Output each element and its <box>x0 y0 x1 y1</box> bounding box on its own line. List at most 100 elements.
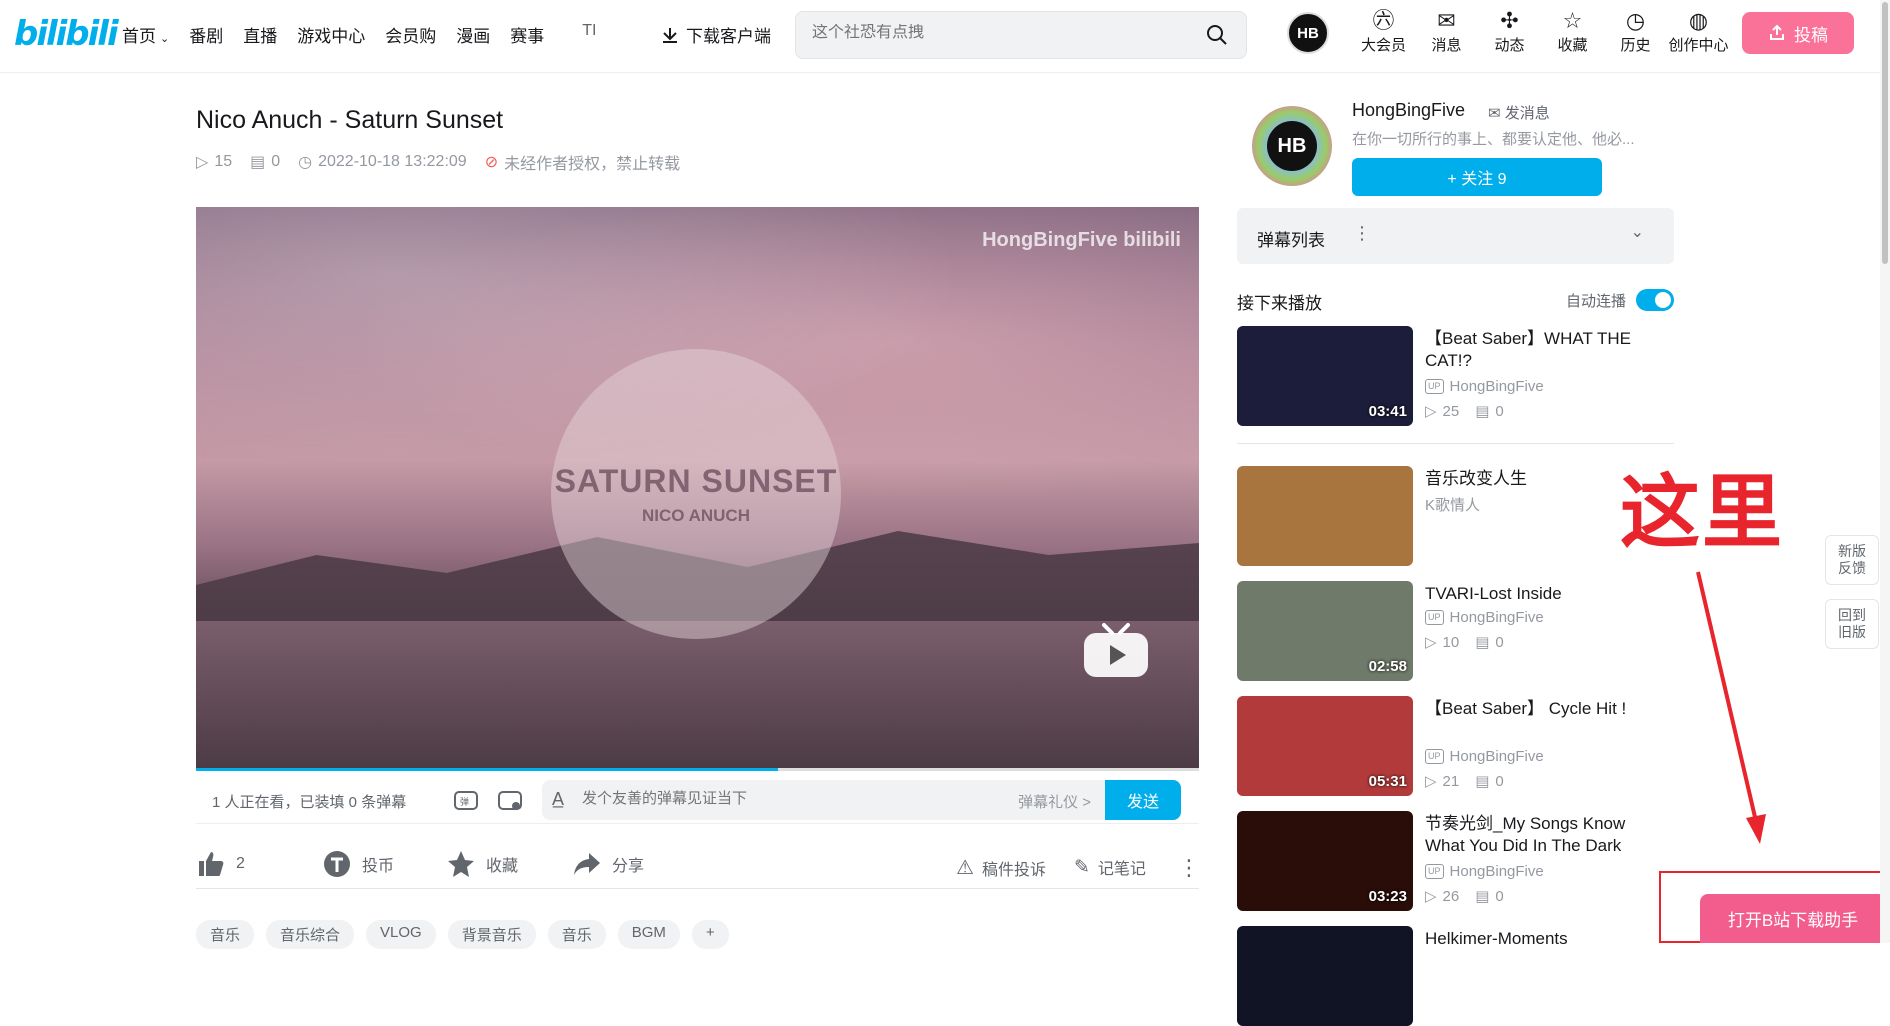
new-feedback-button[interactable]: 新版 反馈 <box>1825 535 1879 585</box>
recommendation-item[interactable]: 音乐改变人生 K歌情人 <box>1237 466 1674 566</box>
play-icon[interactable] <box>1082 621 1150 679</box>
report-button[interactable]: ⚠ 稿件投诉 <box>956 855 1046 880</box>
recommendation-uploader[interactable]: UP HongBingFive <box>1425 609 1544 626</box>
recommendation-item[interactable]: 03:41 【Beat Saber】WHAT THE CAT!? UP HongBin… <box>1237 326 1674 426</box>
coin-button[interactable]: 投币 <box>322 849 394 879</box>
danmaku-input[interactable] <box>582 790 1002 807</box>
danmaku-toggle-icon[interactable]: 弹 <box>452 786 480 814</box>
nav-ti[interactable]: TI <box>582 22 596 47</box>
note-button[interactable]: ✎ 记笔记 <box>1074 855 1146 879</box>
danmaku-list-panel[interactable]: 弹幕列表 ⋮ ⌄ <box>1237 208 1674 264</box>
vip-icon: ㊅ <box>1372 8 1395 33</box>
autoplay-toggle[interactable] <box>1636 289 1674 311</box>
tag-item[interactable]: 音乐综合 <box>266 920 355 949</box>
recommendation-uploader[interactable]: K歌情人 <box>1425 494 1480 515</box>
recommendation-item[interactable]: 02:58 TVARI-Lost Inside UP HongBingFive ▷ 10 ▤… <box>1237 581 1674 681</box>
recommendation-uploader[interactable]: UP HongBingFive <box>1425 378 1544 395</box>
danmaku-count-value: 0 <box>271 153 281 170</box>
danmaku-etiquette-link[interactable]: 弹幕礼仪 > <box>1018 791 1091 812</box>
back-to-old-button[interactable]: 回到 旧版 <box>1825 599 1879 649</box>
download-helper-button[interactable]: 打开B站下载助手 <box>1700 894 1886 943</box>
recommendation-thumbnail[interactable] <box>1237 466 1413 566</box>
favorite-action-button[interactable]: 收藏 <box>446 849 518 879</box>
recommendation-thumbnail[interactable]: 03:41 <box>1237 326 1413 426</box>
send-danmaku-button[interactable]: 发送 <box>1105 780 1181 820</box>
video-player[interactable]: HongBingFive bilibili SATURN SUNSET NICO… <box>196 207 1199 771</box>
uploader-avatar[interactable]: HB <box>1252 106 1332 186</box>
uploader-name[interactable]: HongBingFive <box>1352 100 1465 121</box>
danmaku-count-value: 0 <box>1495 887 1504 905</box>
search-input[interactable] <box>812 24 1192 42</box>
message-button[interactable]: ✉ 消息 <box>1415 8 1478 55</box>
upload-label: 投稿 <box>1794 25 1828 45</box>
recommendation-thumbnail[interactable]: 02:58 <box>1237 581 1413 681</box>
next-up-title: 接下来播放 <box>1237 294 1322 313</box>
nav-home-label: 首页 <box>122 27 156 46</box>
text-style-icon[interactable]: A̲ <box>552 789 564 810</box>
tag-item[interactable]: 音乐 <box>196 920 255 949</box>
user-avatar[interactable]: HB <box>1287 12 1329 54</box>
favorite-button[interactable]: ☆ 收藏 <box>1541 8 1604 55</box>
danmaku-list-title: 弹幕列表 <box>1257 231 1325 250</box>
recommendation-item[interactable]: 05:31 【Beat Saber】 Cycle Hit ! UP HongBingF… <box>1237 696 1674 796</box>
recommendation-title[interactable]: 【Beat Saber】 Cycle Hit ! <box>1425 698 1665 720</box>
search-icon[interactable] <box>1206 24 1228 46</box>
recommendation-item[interactable]: Helkimer-Moments <box>1237 926 1674 1026</box>
recommendation-title[interactable]: 节奏光剑_My Songs Know What You Did In The D… <box>1425 813 1665 857</box>
chevron-down-icon[interactable]: ⌄ <box>1631 222 1644 242</box>
more-menu-icon[interactable]: ⋮ <box>1178 855 1200 881</box>
creator-center-button[interactable]: ◍ 创作中心 <box>1667 8 1730 55</box>
nav-game-center[interactable]: 游戏中心 <box>297 22 365 47</box>
vip-button[interactable]: ㊅大会员 <box>1352 8 1415 55</box>
nav-live[interactable]: 直播 <box>243 22 277 47</box>
recommendation-thumbnail[interactable]: 03:23 <box>1237 811 1413 911</box>
nav-esports[interactable]: 赛事 <box>510 22 544 47</box>
recommendation-item[interactable]: 03:23 节奏光剑_My Songs Know What You Did In … <box>1237 811 1674 911</box>
scrollbar-thumb[interactable] <box>1882 2 1888 264</box>
recommendation-title[interactable]: TVARI-Lost Inside <box>1425 583 1665 605</box>
share-button[interactable]: 分享 <box>572 849 644 879</box>
download-client-link[interactable]: 下载客户端 <box>660 22 771 47</box>
tag-item[interactable]: BGM <box>617 920 680 949</box>
divider <box>1237 443 1674 444</box>
history-label: 历史 <box>1620 37 1651 54</box>
nav-manga[interactable]: 漫画 <box>456 22 490 47</box>
nav-anime[interactable]: 番剧 <box>189 22 223 47</box>
add-tag-button[interactable]: + <box>691 920 729 949</box>
danmaku-count: ▤ 0 <box>250 152 280 172</box>
send-message-link[interactable]: ✉ 发消息 <box>1488 102 1550 123</box>
nav-home[interactable]: 首页 ⌄ <box>122 22 169 47</box>
video-progress-bar[interactable] <box>196 768 1199 771</box>
coin-icon <box>324 851 350 877</box>
warning-icon: ⚠ <box>956 857 974 879</box>
tag-item[interactable]: VLOG <box>366 920 436 949</box>
report-label: 稿件投诉 <box>981 861 1046 879</box>
recommendation-thumbnail[interactable] <box>1237 926 1413 1026</box>
search-box <box>795 11 1247 59</box>
tag-list: 音乐 音乐综合 VLOG 背景音乐 音乐 BGM + <box>196 920 729 949</box>
history-button[interactable]: ◷ 历史 <box>1604 8 1667 55</box>
share-icon <box>574 853 600 875</box>
recommendation-title[interactable]: Helkimer-Moments <box>1425 928 1665 950</box>
view-count-value: 15 <box>214 153 233 170</box>
bilibili-logo[interactable]: bilibili <box>14 14 119 54</box>
tag-item[interactable]: 背景音乐 <box>447 920 536 949</box>
nav-member-shop[interactable]: 会员购 <box>385 22 436 47</box>
like-button[interactable]: 2 <box>196 849 245 879</box>
page-scrollbar[interactable] <box>1880 0 1890 943</box>
play-count-icon: ▷ <box>196 154 209 171</box>
danmaku-settings-icon[interactable] <box>496 786 524 814</box>
creator-icon: ◍ <box>1688 8 1709 33</box>
upload-button[interactable]: 投稿 <box>1742 12 1854 54</box>
recommendation-title[interactable]: 【Beat Saber】WHAT THE CAT!? <box>1425 328 1665 372</box>
annotation-arrow <box>1696 571 1766 844</box>
more-options-icon[interactable]: ⋮ <box>1353 223 1371 244</box>
dynamic-button[interactable]: ✣ 动态 <box>1478 8 1541 55</box>
follow-button[interactable]: + 关注 9 <box>1352 158 1602 196</box>
recommendation-uploader[interactable]: UP HongBingFive <box>1425 748 1544 765</box>
forbidden-icon: ⊘ <box>484 154 499 171</box>
tag-item[interactable]: 音乐 <box>547 920 606 949</box>
recommendation-uploader[interactable]: UP HongBingFive <box>1425 863 1544 880</box>
recommendation-thumbnail[interactable]: 05:31 <box>1237 696 1413 796</box>
svg-text:弹: 弹 <box>460 796 469 808</box>
